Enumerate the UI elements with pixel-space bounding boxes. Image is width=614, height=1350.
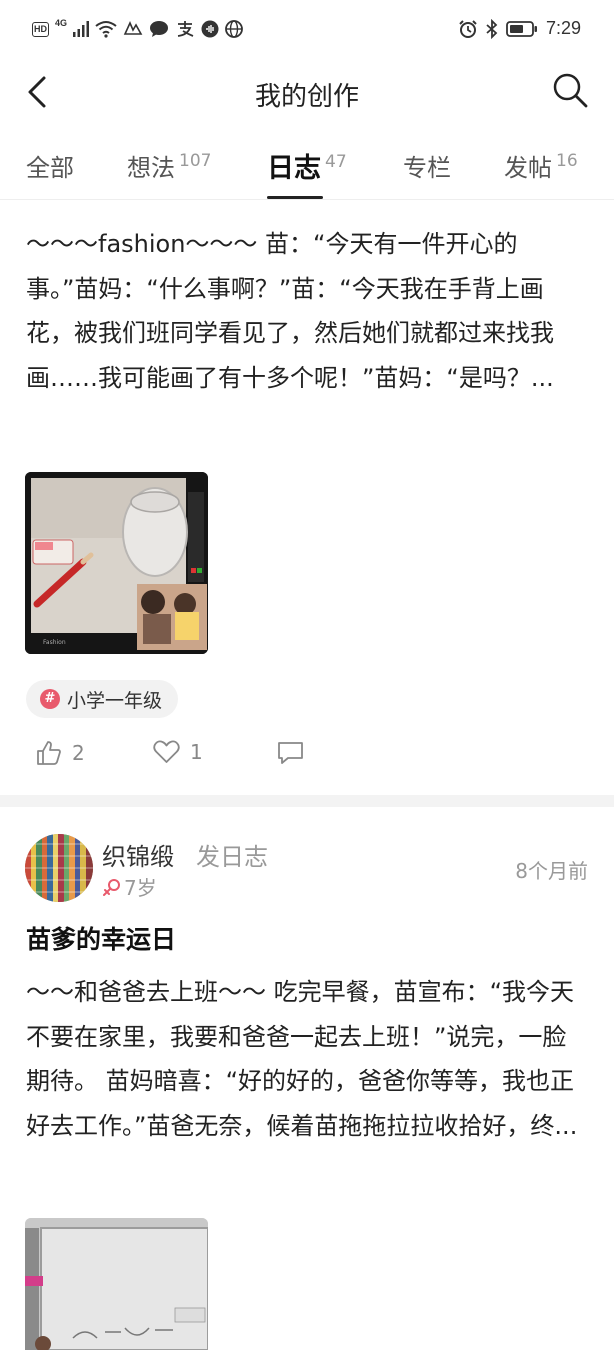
thumbs-up-icon: [37, 741, 61, 765]
tab-label: 想法: [127, 154, 175, 182]
author-avatar-image: [25, 834, 93, 902]
photo-collage-icon: Fashion: [25, 472, 208, 654]
section-divider: [0, 795, 614, 807]
post-image[interactable]: Fashion: [25, 472, 208, 654]
battery-icon: [506, 20, 537, 37]
comment-icon: [278, 742, 303, 764]
page-title: 我的创作: [254, 82, 359, 112]
post-title[interactable]: 苗爹的幸运日: [26, 920, 176, 956]
status-bar: HD 4G 7:29: [0, 0, 614, 62]
comment-button[interactable]: [277, 740, 304, 766]
whiteboard-photo-icon: [25, 1218, 208, 1350]
tab-posts[interactable]: 发帖 16: [504, 148, 578, 183]
tab-label: 全部: [26, 154, 74, 182]
network-type: 4G: [55, 18, 68, 28]
hd-badge: HD: [32, 21, 49, 37]
author-age: 7岁: [102, 872, 157, 901]
hashtag-icon: #: [40, 689, 60, 709]
post-time: 8个月前: [515, 859, 588, 883]
avatar[interactable]: [25, 834, 93, 902]
like-button[interactable]: 2: [36, 740, 85, 766]
app-notification-icon: [123, 21, 143, 35]
tab-count: 107: [179, 151, 212, 171]
active-tab-indicator: [267, 196, 323, 199]
author-name[interactable]: 织锦缎: [102, 837, 174, 872]
wifi-icon: [95, 21, 117, 38]
navigation-bar: 我的创作: [0, 62, 614, 124]
age-label: 7岁: [124, 876, 157, 900]
signal-icon: [73, 21, 90, 37]
tab-label: 日志: [267, 153, 321, 184]
image-caption: Fashion: [43, 639, 66, 646]
tab-label: 发帖: [504, 154, 552, 182]
browser-icon: [225, 20, 243, 38]
music-icon: [201, 20, 219, 38]
post-actions: 2 1: [0, 740, 614, 776]
favorite-count: 1: [190, 740, 203, 764]
post-card[interactable]: 织锦缎 发日志 7岁 8个月前 苗爹的幸运日 ～～和爸爸去上班～～ 吃完早餐，苗…: [0, 807, 614, 1350]
alarm-icon: [459, 19, 477, 38]
post-excerpt[interactable]: ～～和爸爸去上班～～ 吃完早餐，苗宣布：“我今天不要在家里，我要和爸爸一起去上班…: [26, 970, 588, 1148]
status-bar-right: 7:29: [458, 18, 581, 39]
female-icon: [103, 878, 120, 896]
tab-journal[interactable]: 日志 47: [267, 146, 347, 185]
tab-count: 47: [325, 152, 347, 172]
like-count: 2: [72, 741, 85, 765]
tab-bar: 全部 想法 107 日志 47 专栏 发帖 16: [0, 134, 614, 200]
heart-icon: [153, 740, 180, 763]
chat-icon: [150, 21, 169, 37]
search-icon[interactable]: [550, 70, 590, 110]
tab-count: 16: [556, 151, 578, 171]
tab-label: 专栏: [403, 154, 451, 182]
topic-tag-label: 小学一年级: [67, 689, 163, 712]
alipay-icon: [177, 21, 194, 37]
favorite-button[interactable]: 1: [153, 740, 203, 764]
post-excerpt[interactable]: ～～～fashion～～～ 苗：“今天有一件开心的事。”苗妈：“什么事啊？”苗：…: [26, 222, 588, 400]
clock-time: 7:29: [545, 18, 581, 38]
author-action: 发日志: [196, 843, 268, 871]
topic-tag[interactable]: # 小学一年级: [26, 680, 179, 718]
bluetooth-icon: [486, 18, 498, 39]
post-image[interactable]: [25, 1218, 208, 1350]
status-bar-left: HD 4G: [32, 18, 243, 38]
tab-thoughts[interactable]: 想法 107: [127, 148, 211, 183]
tab-columns[interactable]: 专栏: [403, 148, 451, 183]
tab-all[interactable]: 全部: [26, 148, 74, 183]
